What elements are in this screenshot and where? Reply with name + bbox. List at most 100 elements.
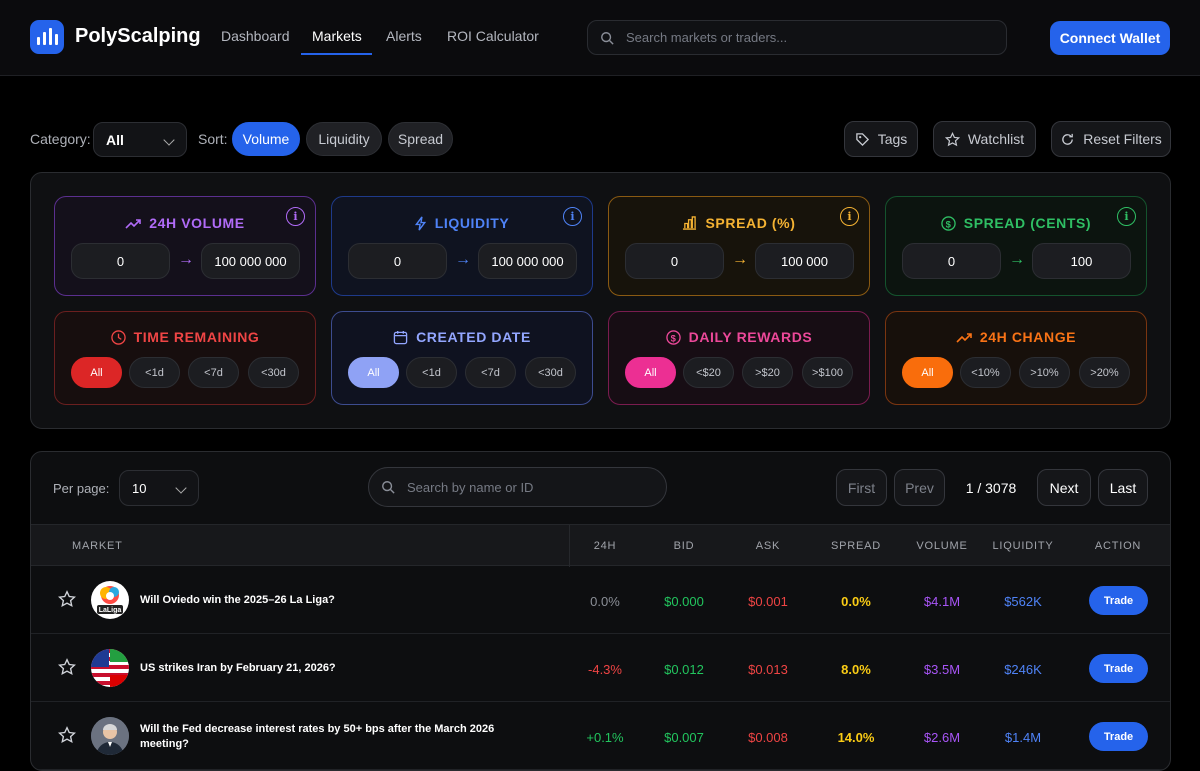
- filter-title: 24H CHANGE: [886, 329, 1146, 345]
- filter-title: 24H VOLUME: [55, 215, 315, 231]
- info-icon[interactable]: i: [286, 207, 305, 226]
- sort-label: Sort:: [198, 131, 228, 147]
- min-input[interactable]: 0: [348, 243, 447, 279]
- market-name[interactable]: US strikes Iran by February 21, 2026?: [140, 661, 336, 676]
- min-input[interactable]: 0: [625, 243, 724, 279]
- chip-option[interactable]: >$100: [802, 357, 853, 388]
- chip-option[interactable]: <1d: [129, 357, 180, 388]
- tags-button[interactable]: Tags: [844, 121, 918, 157]
- volume-cell: $3.5M: [923, 662, 961, 677]
- filter-title-text: DAILY REWARDS: [688, 329, 813, 345]
- chip-option[interactable]: <1d: [406, 357, 457, 388]
- chip-all[interactable]: All: [902, 357, 953, 388]
- chip-option[interactable]: >10%: [1019, 357, 1070, 388]
- nav-alerts[interactable]: Alerts: [386, 28, 422, 44]
- filter-title-text: LIQUIDITY: [434, 215, 510, 231]
- chip-option[interactable]: <$20: [683, 357, 734, 388]
- star-icon[interactable]: [58, 658, 76, 676]
- ask-cell: $0.013: [748, 662, 788, 677]
- chip-option[interactable]: <7d: [188, 357, 239, 388]
- connect-wallet-button[interactable]: Connect Wallet: [1050, 21, 1170, 55]
- max-input[interactable]: 100 000 000: [201, 243, 300, 279]
- reset-filters-button[interactable]: Reset Filters: [1051, 121, 1171, 157]
- arrow-right-icon: →: [1009, 251, 1025, 268]
- arrow-right-icon: →: [732, 251, 748, 268]
- filter-title-text: CREATED DATE: [416, 329, 531, 345]
- col-liquidity[interactable]: LIQUIDITY: [983, 540, 1063, 552]
- volume-cell: $2.6M: [923, 730, 961, 745]
- nav-markets[interactable]: Markets: [312, 28, 362, 44]
- sort-liquidity[interactable]: Liquidity: [306, 122, 382, 156]
- bid-cell: $0.012: [664, 662, 704, 677]
- brand-name[interactable]: PolyScalping: [75, 25, 201, 48]
- category-select[interactable]: All: [93, 122, 187, 157]
- col-spread[interactable]: SPREAD: [816, 540, 896, 552]
- max-input[interactable]: 100 000: [755, 243, 854, 279]
- col-bid[interactable]: BID: [644, 540, 724, 552]
- next-page-button[interactable]: Next: [1037, 469, 1091, 506]
- search-icon: [382, 481, 395, 494]
- spread-cell: 8.0%: [841, 662, 871, 677]
- refresh-icon: [1062, 133, 1074, 145]
- sort-spread[interactable]: Spread: [388, 122, 453, 156]
- min-input[interactable]: 0: [71, 243, 170, 279]
- table-row[interactable]: US strikes Iran by February 21, 2026? -4…: [31, 634, 1170, 702]
- chip-option[interactable]: >$20: [742, 357, 793, 388]
- per-page-label: Per page:: [53, 481, 110, 496]
- chip-all[interactable]: All: [625, 357, 676, 388]
- market-name[interactable]: Will the Fed decrease interest rates by …: [140, 722, 520, 752]
- min-input[interactable]: 0: [902, 243, 1001, 279]
- chip-option[interactable]: <30d: [525, 357, 576, 388]
- table-row[interactable]: LaLiga Will Oviedo win the 2025–26 La Li…: [31, 566, 1170, 634]
- svg-text:$: $: [670, 333, 676, 343]
- chip-option[interactable]: >20%: [1079, 357, 1130, 388]
- star-icon[interactable]: [58, 726, 76, 744]
- table-search-input[interactable]: [369, 468, 666, 506]
- calendar-icon: [393, 330, 408, 344]
- nav-dashboard[interactable]: Dashboard: [221, 28, 290, 44]
- last-page-button[interactable]: Last: [1098, 469, 1148, 506]
- market-name[interactable]: Will Oviedo win the 2025–26 La Liga?: [140, 593, 335, 608]
- filter-title-text: SPREAD (CENTS): [963, 215, 1092, 231]
- chip-option[interactable]: <10%: [960, 357, 1011, 388]
- max-input[interactable]: 100 000 000: [478, 243, 577, 279]
- global-search-input[interactable]: [588, 21, 1006, 54]
- filter-created-date: CREATED DATE All <1d <7d <30d: [331, 311, 593, 405]
- table-row[interactable]: Will the Fed decrease interest rates by …: [31, 702, 1170, 770]
- filter-spread-cents: $ SPREAD (CENTS) i 0 → 100: [885, 196, 1147, 296]
- first-page-button[interactable]: First: [836, 469, 887, 506]
- spread-cell: 0.0%: [841, 594, 871, 609]
- info-icon[interactable]: i: [563, 207, 582, 226]
- search-icon: [601, 32, 614, 45]
- filter-title-text: TIME REMAINING: [133, 329, 260, 345]
- per-page-select[interactable]: 10: [119, 470, 199, 506]
- markets-table: Per page: 10 First Prev 1 / 3078 Next La…: [30, 451, 1171, 771]
- arrow-right-icon: →: [455, 251, 471, 268]
- star-icon[interactable]: [58, 590, 76, 608]
- avatar: LaLiga: [91, 581, 129, 619]
- prev-page-button[interactable]: Prev: [894, 469, 945, 506]
- nav-roi-calculator[interactable]: ROI Calculator: [447, 28, 539, 44]
- per-page-value: 10: [132, 480, 147, 496]
- col-market[interactable]: MARKET: [72, 540, 123, 552]
- trade-button[interactable]: Trade: [1089, 722, 1148, 751]
- info-icon[interactable]: i: [1117, 207, 1136, 226]
- logo-icon[interactable]: [30, 20, 64, 54]
- category-label: Category:: [30, 131, 91, 147]
- trade-button[interactable]: Trade: [1089, 586, 1148, 615]
- chip-all[interactable]: All: [348, 357, 399, 388]
- svg-text:$: $: [945, 219, 951, 229]
- filter-daily-rewards: $ DAILY REWARDS All <$20 >$20 >$100: [608, 311, 870, 405]
- col-24h[interactable]: 24H: [565, 540, 645, 552]
- col-ask[interactable]: ASK: [728, 540, 808, 552]
- chip-all[interactable]: All: [71, 357, 122, 388]
- chip-option[interactable]: <30d: [248, 357, 299, 388]
- trade-button[interactable]: Trade: [1089, 654, 1148, 683]
- max-input[interactable]: 100: [1032, 243, 1131, 279]
- chip-option[interactable]: <7d: [465, 357, 516, 388]
- info-icon[interactable]: i: [840, 207, 859, 226]
- sort-volume[interactable]: Volume: [232, 122, 300, 156]
- watchlist-button[interactable]: Watchlist: [933, 121, 1036, 157]
- dollar-circle-icon: $: [941, 215, 956, 231]
- col-volume[interactable]: VOLUME: [902, 540, 982, 552]
